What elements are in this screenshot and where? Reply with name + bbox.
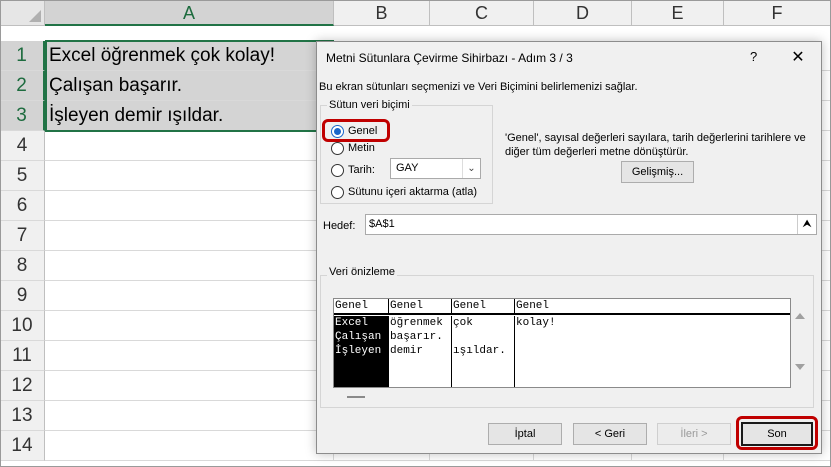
back-button[interactable]: < Geri — [573, 423, 647, 445]
scroll-down-icon[interactable] — [795, 364, 805, 370]
radio-skip-label: Sütunu içeri aktarma (atla) — [348, 186, 477, 198]
text-to-columns-dialog: Metni Sütunlara Çevirme Sihirbazı - Adım… — [316, 41, 822, 454]
preview-column-header[interactable]: Genel — [515, 299, 790, 315]
radio-unselected-icon — [331, 185, 344, 199]
dialog-description: Bu ekran sütunları seçmenizi ve Veri Biç… — [319, 81, 638, 93]
preview-column-selected[interactable]: Excel Çalışan İşleyen — [334, 316, 389, 387]
radio-skip[interactable]: Sütunu içeri aktarma (atla) — [331, 184, 477, 200]
radio-text[interactable]: Metin — [331, 140, 375, 156]
empty-cell[interactable] — [45, 341, 334, 371]
column-header-e[interactable]: E — [632, 0, 724, 26]
empty-cell[interactable] — [45, 431, 334, 461]
cell-a3[interactable]: İşleyen demir ışıldar. — [45, 101, 334, 131]
radio-date[interactable]: Tarih: — [331, 162, 375, 178]
row-header-11[interactable]: 11 — [0, 341, 45, 371]
radio-unselected-icon — [331, 163, 344, 177]
empty-cell[interactable] — [45, 401, 334, 431]
general-highlight-annotation — [322, 119, 390, 142]
column-header-a[interactable]: A — [45, 0, 334, 26]
row-header-6[interactable]: 6 — [0, 191, 45, 221]
row-header-7[interactable]: 7 — [0, 221, 45, 251]
empty-cell[interactable] — [45, 251, 334, 281]
row-header-2[interactable]: 2 — [0, 71, 45, 101]
column-header-f[interactable]: F — [724, 0, 831, 26]
empty-cell[interactable] — [45, 371, 334, 401]
finish-highlight-annotation — [736, 416, 818, 450]
column-header-c[interactable]: C — [430, 0, 534, 26]
date-format-select[interactable]: GAY ⌄ — [390, 158, 481, 179]
preview-column-header[interactable]: Genel — [452, 299, 515, 315]
empty-cell[interactable] — [45, 311, 334, 341]
row-header-13[interactable]: 13 — [0, 401, 45, 431]
empty-cell[interactable] — [45, 191, 334, 221]
row-header-3[interactable]: 3 — [0, 101, 45, 131]
cell-a2[interactable]: Çalışan başarır. — [45, 71, 334, 101]
collapse-dialog-icon[interactable]: ⮝ — [797, 215, 816, 234]
preview-column[interactable]: kolay! — [515, 316, 790, 387]
row-header-10[interactable]: 10 — [0, 311, 45, 341]
radio-unselected-icon — [331, 141, 344, 155]
column-header-b[interactable]: B — [334, 0, 430, 26]
select-all-triangle-icon — [29, 10, 41, 22]
preview-column[interactable]: öğrenmek başarır. demir — [389, 316, 452, 387]
preview-column-header[interactable]: Genel — [389, 299, 452, 315]
empty-cell[interactable] — [45, 131, 334, 161]
chevron-down-icon[interactable]: ⌄ — [462, 159, 480, 178]
empty-cell[interactable] — [45, 221, 334, 251]
destination-label: Hedef: — [323, 220, 356, 232]
row-header-14[interactable]: 14 — [0, 431, 45, 461]
row-header-5[interactable]: 5 — [0, 161, 45, 191]
preview-column[interactable]: çok ışıldar. — [452, 316, 515, 387]
column-format-legend: Sütun veri biçimi — [327, 99, 412, 111]
preview-vertical-scrollbar[interactable] — [792, 298, 807, 388]
date-format-value: GAY — [396, 162, 419, 174]
data-preview[interactable]: Genel Genel Genel Genel Excel Çalışan İş… — [333, 298, 791, 388]
destination-value: $A$1 — [369, 218, 395, 230]
radio-date-label: Tarih: — [348, 164, 375, 176]
preview-horizontal-scroll-thumb[interactable] — [347, 396, 365, 398]
select-all-corner[interactable] — [0, 0, 45, 26]
help-button[interactable]: ? — [750, 49, 757, 64]
radio-text-label: Metin — [348, 142, 375, 154]
format-info-text: 'Genel', sayısal değerleri sayılara, tar… — [505, 132, 806, 158]
row-header-9[interactable]: 9 — [0, 281, 45, 311]
close-icon[interactable]: ✕ — [788, 47, 808, 67]
column-header-d[interactable]: D — [534, 0, 632, 26]
cancel-button[interactable]: İptal — [488, 423, 562, 445]
row-header-12[interactable]: 12 — [0, 371, 45, 401]
data-preview-legend: Veri önizleme — [327, 266, 398, 278]
advanced-button[interactable]: Gelişmiş... — [621, 161, 694, 183]
row-header-8[interactable]: 8 — [0, 251, 45, 281]
empty-cell[interactable] — [45, 281, 334, 311]
row-header-1[interactable]: 1 — [0, 41, 45, 71]
next-button[interactable]: İleri > — [657, 423, 731, 445]
row-header-4[interactable]: 4 — [0, 131, 45, 161]
empty-cell[interactable] — [45, 161, 334, 191]
preview-column-header[interactable]: Genel — [334, 299, 389, 315]
cell-a1[interactable]: Excel öğrenmek çok kolay! — [45, 41, 334, 71]
destination-field[interactable]: $A$1 ⮝ — [365, 214, 817, 235]
dialog-title: Metni Sütunlara Çevirme Sihirbazı - Adım… — [326, 51, 573, 65]
scroll-up-icon[interactable] — [795, 313, 805, 319]
